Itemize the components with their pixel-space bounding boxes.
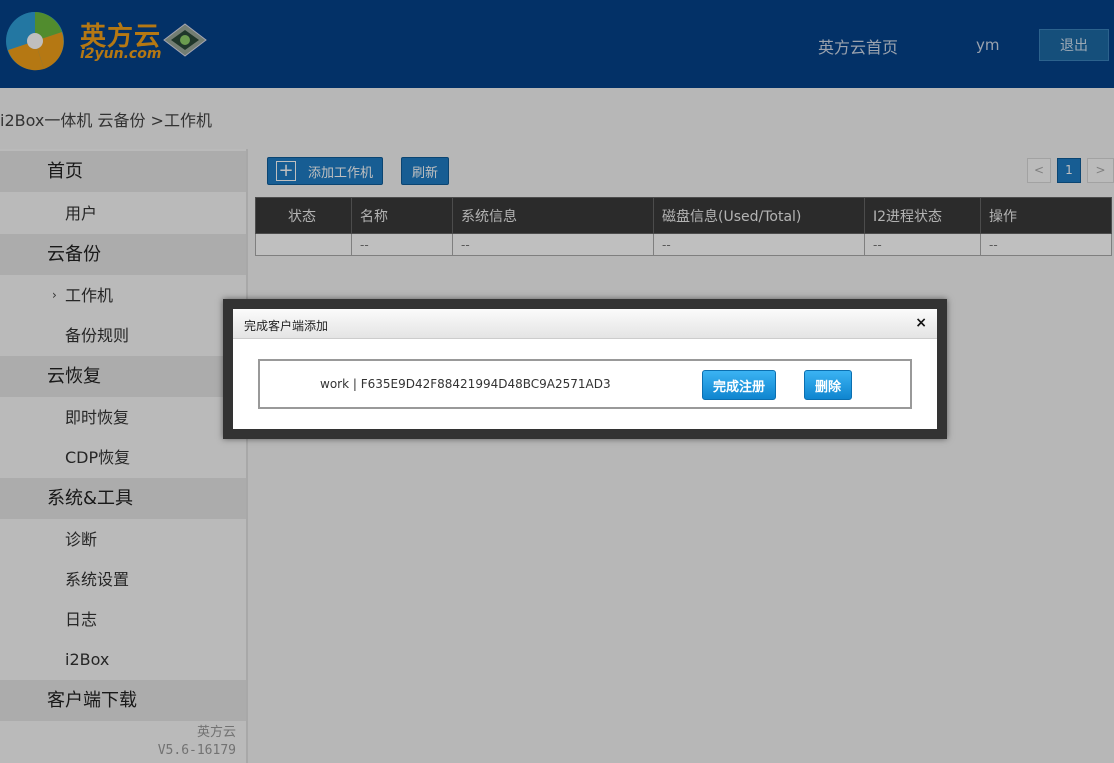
complete-client-add-dialog: 完成客户端添加 × work | F635E9D42F88421994D48BC… (233, 309, 937, 429)
dialog-header: 完成客户端添加 × (233, 309, 937, 339)
client-id-label: work | F635E9D42F88421994D48BC9A2571AD3 (320, 377, 611, 391)
close-icon[interactable]: × (915, 315, 927, 331)
dialog-title: 完成客户端添加 (244, 319, 329, 333)
client-entry: work | F635E9D42F88421994D48BC9A2571AD3 … (258, 359, 912, 409)
delete-button[interactable]: 删除 (804, 370, 852, 400)
modal-frame: 完成客户端添加 × work | F635E9D42F88421994D48BC… (223, 299, 947, 439)
finish-register-button[interactable]: 完成注册 (702, 370, 776, 400)
